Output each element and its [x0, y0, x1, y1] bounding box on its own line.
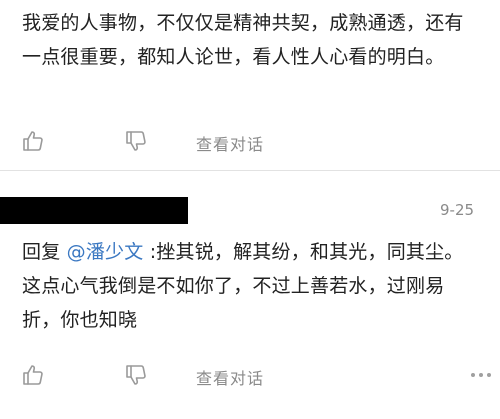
more-dots-icon [471, 373, 491, 377]
comment-thread: 我爱的人事物，不仅仅是精神共契，成熟通透，还有一点很重要，都知人论世，看人性人心… [0, 0, 500, 419]
user-mention-link[interactable]: @潘少文 [67, 241, 144, 263]
comment-text: 我爱的人事物，不仅仅是精神共契，成熟通透，还有一点很重要，都知人论世，看人性人心… [22, 12, 464, 68]
reply-prefix: 回复 [22, 241, 67, 263]
comment-action-bar: 查看对话 [0, 358, 500, 394]
thumbs-up-icon [23, 365, 43, 385]
comment-item: 我爱的人事物，不仅仅是精神共契，成熟通透，还有一点很重要，都知人论世，看人性人心… [0, 0, 500, 170]
reply-text: 回复 @潘少文 :挫其锐，解其纷，和其光，同其尘。这点心气我倒是不如你了，不过上… [22, 235, 482, 337]
comment-action-bar: 查看对话 [0, 124, 500, 160]
view-dialog-link[interactable]: 查看对话 [196, 365, 264, 389]
thumbs-down-icon [126, 131, 146, 151]
like-button[interactable] [20, 362, 46, 388]
like-button[interactable] [20, 128, 46, 154]
dislike-button[interactable] [123, 362, 149, 388]
thumbs-down-icon [126, 365, 146, 385]
dislike-button[interactable] [123, 128, 149, 154]
view-dialog-link[interactable]: 查看对话 [196, 131, 264, 155]
redacted-username [0, 197, 188, 224]
comment-date: 9-25 [440, 201, 475, 219]
thumbs-up-icon [23, 131, 43, 151]
more-button[interactable] [466, 362, 496, 388]
